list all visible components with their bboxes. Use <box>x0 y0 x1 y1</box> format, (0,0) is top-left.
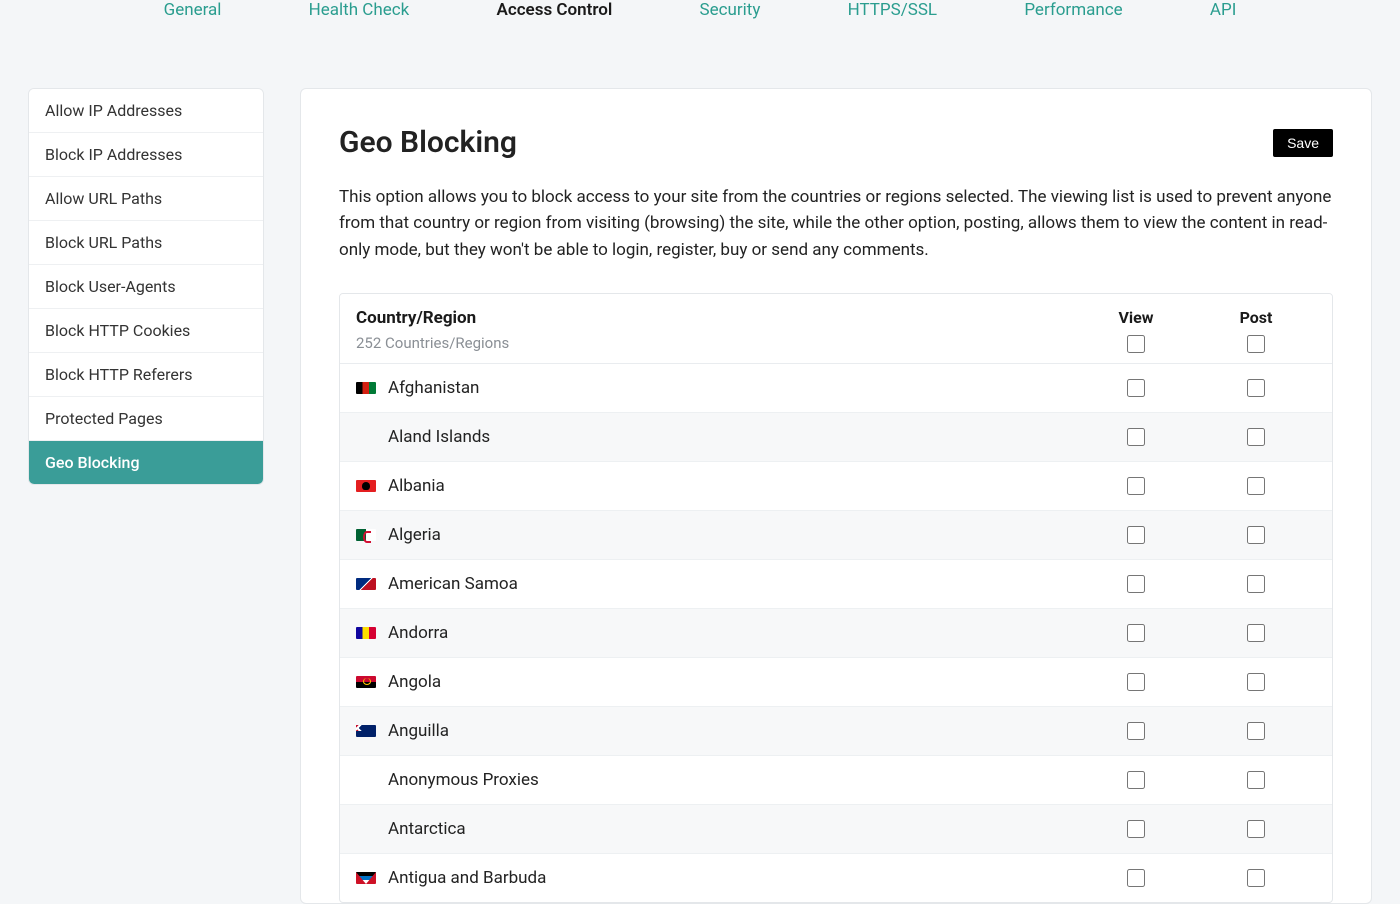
tab-access-control[interactable]: Access Control <box>490 0 618 20</box>
flag-icon <box>356 382 376 394</box>
flag-icon <box>356 627 376 639</box>
table-row: Anonymous Proxies <box>340 756 1332 805</box>
sidebar-item-block-http-referers[interactable]: Block HTTP Referers <box>29 353 263 397</box>
panel-header: Geo Blocking Save <box>339 125 1333 160</box>
main-panel: Geo Blocking Save This option allows you… <box>300 88 1372 904</box>
post-checkbox[interactable] <box>1247 575 1265 593</box>
top-tabs: General Health Check Access Control Securit… <box>0 0 1400 38</box>
table-row: American Samoa <box>340 560 1332 609</box>
view-checkbox[interactable] <box>1127 771 1145 789</box>
tab-https-ssl[interactable]: HTTPS/SSL <box>842 0 943 20</box>
select-all-view-checkbox[interactable] <box>1127 335 1145 353</box>
sidebar-item-block-http-cookies[interactable]: Block HTTP Cookies <box>29 309 263 353</box>
view-checkbox[interactable] <box>1127 526 1145 544</box>
tab-health-check[interactable]: Health Check <box>303 0 416 20</box>
col-view: View <box>1118 308 1153 327</box>
post-checkbox[interactable] <box>1247 428 1265 446</box>
table-row: Andorra <box>340 609 1332 658</box>
post-checkbox[interactable] <box>1247 624 1265 642</box>
country-name: Antigua and Barbuda <box>388 868 546 888</box>
col-post: Post <box>1240 308 1273 327</box>
view-checkbox[interactable] <box>1127 624 1145 642</box>
geo-blocking-table: Country/Region 252 Countries/Regions Vie… <box>339 293 1333 903</box>
page-title: Geo Blocking <box>339 125 517 160</box>
table-row: Afghanistan <box>340 364 1332 413</box>
post-checkbox[interactable] <box>1247 477 1265 495</box>
countries-count: 252 Countries/Regions <box>356 334 1076 352</box>
table-row: Antarctica <box>340 805 1332 854</box>
col-country-region: Country/Region <box>356 308 1076 328</box>
post-checkbox[interactable] <box>1247 722 1265 740</box>
tab-security[interactable]: Security <box>694 0 767 20</box>
view-checkbox[interactable] <box>1127 575 1145 593</box>
tab-general[interactable]: General <box>158 0 228 20</box>
tab-api[interactable]: API <box>1204 0 1242 20</box>
view-checkbox[interactable] <box>1127 379 1145 397</box>
flag-icon <box>356 529 376 541</box>
view-checkbox[interactable] <box>1127 477 1145 495</box>
post-checkbox[interactable] <box>1247 673 1265 691</box>
country-name: Afghanistan <box>388 378 479 398</box>
flag-icon <box>356 872 376 884</box>
save-button[interactable]: Save <box>1273 129 1333 157</box>
country-name: Anguilla <box>388 721 449 741</box>
country-name: American Samoa <box>388 574 518 594</box>
flag-icon <box>356 676 376 688</box>
view-checkbox[interactable] <box>1127 869 1145 887</box>
flag-icon <box>356 480 376 492</box>
flag-icon <box>356 725 376 737</box>
view-checkbox[interactable] <box>1127 722 1145 740</box>
sidebar-item-block-url-paths[interactable]: Block URL Paths <box>29 221 263 265</box>
country-name: Albania <box>388 476 445 496</box>
table-row: Antigua and Barbuda <box>340 854 1332 902</box>
tab-performance[interactable]: Performance <box>1018 0 1128 20</box>
sidebar-item-block-ip-addresses[interactable]: Block IP Addresses <box>29 133 263 177</box>
sidebar: Allow IP AddressesBlock IP AddressesAllo… <box>28 88 264 485</box>
table-row: Anguilla <box>340 707 1332 756</box>
post-checkbox[interactable] <box>1247 869 1265 887</box>
sidebar-item-protected-pages[interactable]: Protected Pages <box>29 397 263 441</box>
post-checkbox[interactable] <box>1247 771 1265 789</box>
country-name: Antarctica <box>388 819 466 839</box>
country-name: Andorra <box>388 623 448 643</box>
table-row: Algeria <box>340 511 1332 560</box>
view-checkbox[interactable] <box>1127 820 1145 838</box>
country-name: Angola <box>388 672 441 692</box>
flag-icon <box>356 578 376 590</box>
panel-description: This option allows you to block access t… <box>339 184 1333 263</box>
select-all-post-checkbox[interactable] <box>1247 335 1265 353</box>
table-row: Albania <box>340 462 1332 511</box>
table-row: Aland Islands <box>340 413 1332 462</box>
post-checkbox[interactable] <box>1247 379 1265 397</box>
post-checkbox[interactable] <box>1247 526 1265 544</box>
sidebar-item-allow-url-paths[interactable]: Allow URL Paths <box>29 177 263 221</box>
sidebar-item-block-user-agents[interactable]: Block User-Agents <box>29 265 263 309</box>
country-name: Algeria <box>388 525 441 545</box>
country-name: Aland Islands <box>388 427 490 447</box>
sidebar-item-geo-blocking[interactable]: Geo Blocking <box>29 441 263 484</box>
view-checkbox[interactable] <box>1127 673 1145 691</box>
post-checkbox[interactable] <box>1247 820 1265 838</box>
table-header: Country/Region 252 Countries/Regions Vie… <box>340 294 1332 364</box>
table-row: Angola <box>340 658 1332 707</box>
country-name: Anonymous Proxies <box>388 770 539 790</box>
view-checkbox[interactable] <box>1127 428 1145 446</box>
sidebar-item-allow-ip-addresses[interactable]: Allow IP Addresses <box>29 89 263 133</box>
